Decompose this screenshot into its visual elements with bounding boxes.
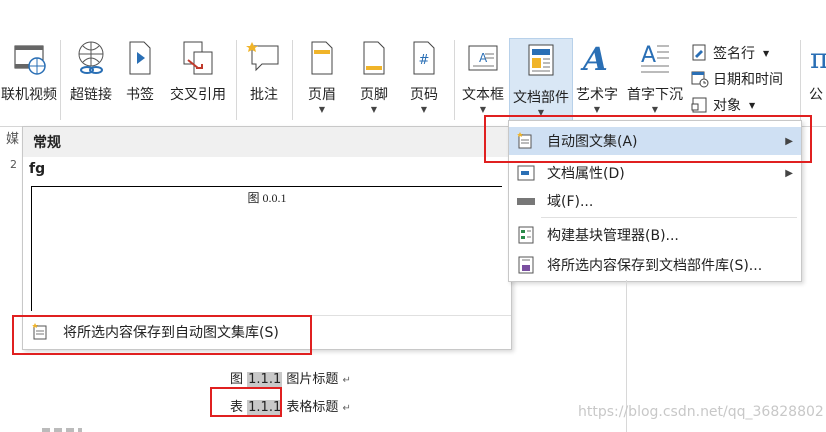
red-highlight-save-autotext (12, 315, 312, 355)
bookmark-label: 书签 (126, 87, 154, 103)
building-blocks-icon (515, 226, 537, 244)
bookmark-button[interactable]: 书签 (120, 36, 160, 120)
header-icon (302, 36, 342, 80)
comment-button[interactable]: 批注 (244, 36, 284, 120)
comment-icon (244, 36, 284, 80)
online-video-label: 联机视频 (1, 87, 57, 103)
save-to-gallery-icon (515, 256, 537, 274)
chevron-down-icon: ▼ (749, 100, 756, 110)
calendar-clock-icon (690, 70, 710, 88)
pi-icon: π (806, 36, 826, 80)
date-time-label: 日期和时间 (713, 72, 783, 88)
document-property-icon (515, 164, 537, 182)
figure-number-field[interactable]: 1.1.1 (247, 372, 283, 387)
menu-item-label: 域(F)... (547, 194, 594, 210)
header-label: 页眉 (308, 87, 336, 103)
svg-text:#: # (419, 53, 430, 68)
paragraph-mark: ↵ (342, 375, 351, 386)
page-number-label: 页码 (410, 87, 438, 103)
chevron-down-icon: ▼ (763, 48, 770, 58)
footer-icon (354, 36, 394, 80)
text-box-button[interactable]: A 文本框 ▼ (458, 36, 508, 120)
svg-text:A: A (580, 40, 608, 78)
equation-button[interactable]: π 公 (806, 36, 826, 120)
page-number-icon: # (404, 36, 444, 80)
cross-reference-icon (178, 36, 218, 80)
gallery-entry-name[interactable]: fg (29, 161, 45, 177)
wordart-icon: A (577, 36, 617, 80)
ribbon-separator (800, 40, 801, 120)
menu-item-building-blocks-organizer[interactable]: 构建基块管理器(B)... (509, 221, 801, 249)
ruler-number: 2 (10, 158, 17, 171)
menu-separator (541, 217, 797, 218)
header-button[interactable]: 页眉 ▼ (302, 36, 342, 120)
gallery-category-header: 常规 (23, 127, 511, 157)
equation-label: 公 (809, 87, 823, 103)
online-video-icon (9, 36, 49, 80)
watermark: https://blog.csdn.net/qq_36828802 (578, 404, 824, 420)
wordart-label: 艺术字 (576, 87, 618, 103)
quick-parts-icon (521, 39, 561, 83)
object-label: 对象 (713, 98, 741, 114)
text-box-icon: A (463, 36, 503, 80)
left-margin: 媒 2 (0, 128, 22, 178)
wordart-button[interactable]: A 艺术字 ▼ (574, 36, 620, 120)
paragraph-mark: ↵ (342, 403, 351, 414)
footer-label: 页脚 (360, 87, 388, 103)
drop-cap-label: 首字下沉 (627, 87, 683, 103)
figure-caption: 图 1.1.1 图片标题 ↵ (230, 368, 351, 387)
insert-ribbon: 联机视频 超链接 书签 交叉引用 批注 页眉 ▼ 页脚 ▼ # 页码 ▼ A 文… (0, 0, 826, 127)
menu-item-label: 文档属性(D) (547, 166, 625, 182)
menu-item-label: 将所选内容保存到文档部件库(S)... (547, 258, 763, 274)
bookmark-icon (120, 36, 160, 80)
field-icon (515, 192, 537, 210)
ribbon-separator (454, 40, 455, 120)
menu-item-field[interactable]: 域(F)... (509, 187, 801, 215)
drop-cap-icon: A (635, 36, 675, 80)
date-time-button[interactable]: 日期和时间 (690, 68, 783, 90)
chevron-right-icon: ▶ (785, 167, 793, 179)
ribbon-separator (292, 40, 293, 120)
footer-button[interactable]: 页脚 ▼ (354, 36, 394, 120)
quick-parts-label: 文档部件 (513, 90, 569, 106)
drop-cap-button[interactable]: A 首字下沉 ▼ (624, 36, 686, 120)
preview-caption: 图 0.0.1 (247, 191, 287, 205)
chevron-down-icon: ▼ (479, 105, 487, 114)
ribbon-separator (60, 40, 61, 120)
quick-parts-button[interactable]: 文档部件 ▼ (509, 38, 573, 122)
menu-item-label: 构建基块管理器(B)... (547, 228, 679, 244)
chevron-down-icon: ▼ (593, 105, 601, 114)
cross-reference-label: 交叉引用 (170, 87, 226, 103)
signature-line-button[interactable]: 签名行 ▼ (690, 42, 769, 64)
cross-reference-button[interactable]: 交叉引用 (164, 36, 232, 120)
signature-line-icon (690, 44, 710, 62)
hyperlink-button[interactable]: 超链接 (64, 36, 118, 120)
object-icon (690, 96, 710, 114)
svg-text:A: A (641, 43, 656, 68)
menu-item-save-to-gallery[interactable]: 将所选内容保存到文档部件库(S)... (509, 251, 801, 279)
svg-text:π: π (810, 42, 826, 75)
figure-title: 图片标题 (286, 372, 339, 387)
ribbon-separator (236, 40, 237, 120)
menu-item-document-property[interactable]: 文档属性(D) ▶ (509, 159, 801, 187)
text-box-label: 文本框 (462, 87, 504, 103)
object-button[interactable]: 对象 ▼ (690, 94, 755, 116)
page-number-button[interactable]: # 页码 ▼ (404, 36, 444, 120)
media-group-label: 媒 (6, 132, 20, 147)
table-title: 表格标题 (286, 400, 339, 415)
red-highlight-table-number (210, 387, 282, 417)
hyperlink-label: 超链接 (70, 87, 112, 103)
figure-prefix: 图 (230, 372, 244, 387)
gallery-entry-preview[interactable]: 图 0.0.1 (31, 186, 502, 311)
dotted-marker (42, 428, 82, 432)
signature-line-label: 签名行 (713, 46, 755, 62)
chevron-down-icon: ▼ (420, 105, 428, 114)
comment-label: 批注 (250, 87, 278, 103)
red-highlight-autotext-menu (484, 115, 812, 163)
chevron-down-icon: ▼ (318, 105, 326, 114)
chevron-down-icon: ▼ (651, 105, 659, 114)
online-video-button[interactable]: 联机视频 (0, 36, 58, 120)
hyperlink-icon (71, 36, 111, 80)
chevron-down-icon: ▼ (370, 105, 378, 114)
